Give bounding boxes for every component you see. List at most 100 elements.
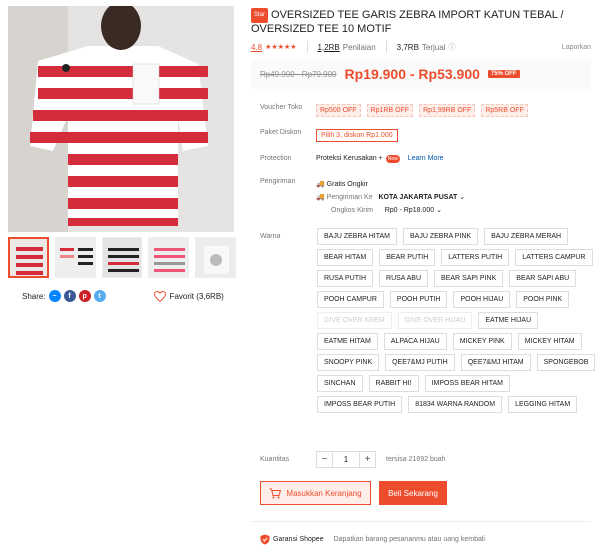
variant-option[interactable]: LATTERS PUTIH bbox=[441, 249, 510, 266]
variant-option[interactable]: RUSA PUTIH bbox=[317, 270, 374, 287]
thumbnail-5[interactable] bbox=[195, 237, 236, 278]
main-product-image[interactable] bbox=[8, 6, 234, 232]
bundle-label: Paket Diskon bbox=[260, 129, 302, 136]
divider bbox=[306, 41, 308, 53]
variant-option[interactable]: RABBIT HI! bbox=[368, 375, 419, 392]
variant-option[interactable]: SPONGEBOB bbox=[536, 354, 596, 371]
facebook-icon[interactable]: f bbox=[63, 290, 76, 302]
ship-cost-value: Rp0 - Rp18.000 bbox=[384, 207, 435, 214]
ship-to-value[interactable]: KOTA JAKARTA PUSAT bbox=[378, 194, 457, 201]
new-badge: New bbox=[385, 155, 400, 163]
reviews-count[interactable]: 1,2RB bbox=[318, 43, 340, 52]
variant-option[interactable]: EATME HIJAU bbox=[478, 312, 539, 329]
heart-icon bbox=[153, 290, 166, 302]
shield-icon bbox=[260, 534, 270, 545]
stock-available: tersisa 21692 buah bbox=[386, 456, 446, 463]
bundle-row: Paket Diskon Pilih 3, diskon Rp1.000 bbox=[260, 129, 398, 142]
price-box: Rp49.900 - Rp79.900 Rp19.900 - Rp53.900 … bbox=[251, 59, 591, 89]
guarantee-row: Garansi Shopee Dapatkan barang pesananmu… bbox=[260, 534, 485, 545]
sold-label: Terjual bbox=[421, 42, 446, 52]
free-shipping-truck-icon: 🚚 bbox=[316, 181, 325, 188]
variant-option[interactable]: POOH HIJAU bbox=[453, 291, 511, 308]
rating-value[interactable]: 4.8 bbox=[251, 43, 262, 52]
variant-option[interactable]: SNOOPY PINK bbox=[317, 354, 380, 371]
quantity-label: Kuantitas bbox=[260, 456, 290, 463]
ship-to: 🚚 Pengiriman Ke KOTA JAKARTA PUSAT ⌄ bbox=[316, 191, 465, 204]
variant-option[interactable]: RUSA ABU bbox=[379, 270, 429, 287]
thumbnail-3[interactable] bbox=[101, 237, 143, 278]
truck-icon: 🚚 bbox=[316, 194, 325, 201]
chevron-down-icon[interactable]: ⌄ bbox=[459, 194, 465, 201]
favorite-count: Favorit (3,6RB) bbox=[169, 291, 224, 301]
variant-option[interactable]: POOH CAMPUR bbox=[317, 291, 384, 308]
voucher-row: Voucher Toko Rp500 OFF Rp1RB OFF Rp1,99R… bbox=[260, 104, 534, 117]
favorite-button[interactable]: Favorit (3,6RB) bbox=[153, 290, 224, 302]
variant-option[interactable]: BEAR SAPI PINK bbox=[434, 270, 504, 287]
free-shipping: 🚚 Gratis Ongkir bbox=[316, 178, 465, 191]
share-label: Share: bbox=[22, 291, 46, 301]
product-title-text: OVERSIZED TEE GARIS ZEBRA IMPORT KATUN T… bbox=[251, 9, 564, 35]
sold-count: 3,7RB bbox=[396, 42, 419, 52]
thumbnail-4[interactable] bbox=[148, 237, 190, 278]
variant-option[interactable]: BAJU ZEBRA MERAH bbox=[484, 228, 569, 245]
variant-list: BAJU ZEBRA HITAM BAJU ZEBRA PINK BAJU ZEBR… bbox=[317, 228, 597, 413]
product-gallery: Share: ~ f p t Favorit (3,6RB) bbox=[8, 6, 236, 302]
variant-option[interactable]: POOH PINK bbox=[516, 291, 570, 308]
discount-badge: 75% OFF bbox=[487, 70, 520, 78]
variant-option[interactable]: MICKEY HITAM bbox=[517, 333, 582, 350]
thumbnail-1[interactable] bbox=[8, 237, 49, 278]
ship-cost: Ongkos Kirim Rp0 - Rp18.000 ⌄ bbox=[316, 204, 465, 217]
pinterest-icon[interactable]: p bbox=[78, 290, 91, 302]
voucher-chip[interactable]: Rp1RB OFF bbox=[366, 104, 414, 117]
ship-to-label: Pengiriman Ke bbox=[326, 194, 373, 201]
voucher-chip[interactable]: Rp500 OFF bbox=[316, 104, 361, 117]
bundle-chip[interactable]: Pilih 3, diskon Rp1.000 bbox=[316, 129, 398, 142]
increase-button[interactable]: + bbox=[359, 451, 376, 468]
twitter-icon[interactable]: t bbox=[93, 290, 106, 302]
current-price: Rp19.900 - Rp53.900 bbox=[344, 66, 480, 82]
variant-option[interactable]: IMPOSS BEAR PUTIH bbox=[317, 396, 403, 413]
quantity-input[interactable]: 1 bbox=[333, 451, 359, 468]
variant-option: GIVE OVER KREM bbox=[317, 312, 392, 329]
decrease-button[interactable]: − bbox=[316, 451, 333, 468]
shipping-row: Pengiriman 🚚 Gratis Ongkir 🚚 Pengiriman … bbox=[260, 178, 465, 217]
voucher-chip[interactable]: Rp1,99RB OFF bbox=[419, 104, 476, 117]
share-row: Share: ~ f p t Favorit (3,6RB) bbox=[8, 290, 236, 302]
variant-option[interactable]: BAJU ZEBRA PINK bbox=[403, 228, 479, 245]
help-icon[interactable]: ⓘ bbox=[448, 42, 455, 52]
variant-label: Warna bbox=[260, 233, 281, 240]
shipping-details: 🚚 Gratis Ongkir 🚚 Pengiriman Ke KOTA JAK… bbox=[316, 178, 465, 217]
variant-option[interactable]: SINCHAN bbox=[317, 375, 363, 392]
variant-option[interactable]: QEE7&MJ HITAM bbox=[460, 354, 531, 371]
report-link[interactable]: Laporkan bbox=[562, 44, 591, 51]
variant-option[interactable]: BEAR SAPI ABU bbox=[509, 270, 577, 287]
guarantee-title: Garansi Shopee bbox=[273, 536, 324, 543]
divider bbox=[251, 521, 591, 522]
quantity-row: Kuantitas − 1 + tersisa 21692 buah bbox=[260, 451, 446, 468]
thumbnail-image bbox=[196, 238, 236, 277]
add-to-cart-label: Masukkan Keranjang bbox=[286, 488, 362, 498]
buy-now-label: Beli Sekarang bbox=[388, 488, 438, 498]
variant-option[interactable]: IMPOSS BEAR HITAM bbox=[424, 375, 510, 392]
add-to-cart-button[interactable]: Masukkan Keranjang bbox=[260, 481, 371, 505]
voucher-label: Voucher Toko bbox=[260, 104, 303, 111]
cart-icon bbox=[269, 488, 282, 498]
buy-now-button[interactable]: Beli Sekarang bbox=[379, 481, 447, 505]
variant-option[interactable]: LEGGING HITAM bbox=[508, 396, 578, 413]
variant-option[interactable]: MICKEY PINK bbox=[452, 333, 512, 350]
voucher-chip[interactable]: Rp5RB OFF bbox=[481, 104, 528, 117]
variant-option[interactable]: 81834 WARNA RANDOM bbox=[408, 396, 503, 413]
variant-option[interactable]: BEAR HITAM bbox=[317, 249, 374, 266]
messenger-icon[interactable]: ~ bbox=[48, 290, 61, 302]
variant-option[interactable]: LATTERS CAMPUR bbox=[515, 249, 593, 266]
learn-more-link[interactable]: Learn More bbox=[408, 155, 444, 162]
variant-option[interactable]: QEE7&MJ PUTIH bbox=[385, 354, 455, 371]
chevron-down-icon[interactable]: ⌄ bbox=[436, 207, 442, 214]
variant-option[interactable]: EATME HITAM bbox=[317, 333, 378, 350]
thumbnail-2[interactable] bbox=[54, 237, 96, 278]
variant-option[interactable]: ALPACA HIJAU bbox=[383, 333, 447, 350]
variant-option[interactable]: BAJU ZEBRA HITAM bbox=[317, 228, 397, 245]
variant-option[interactable]: POOH PUTIH bbox=[389, 291, 448, 308]
thumbnail-strip bbox=[8, 237, 236, 278]
variant-option[interactable]: BEAR PUTIH bbox=[379, 249, 436, 266]
